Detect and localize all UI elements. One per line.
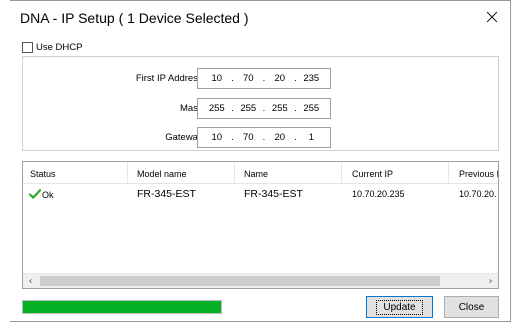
ip-octet[interactable]: 255 (209, 103, 225, 114)
gateway-input[interactable]: 10. 70. 20. 1 (197, 127, 331, 148)
close-button-label: Close (458, 301, 485, 313)
device-list[interactable]: Status Model name Name Current IP Previo… (22, 161, 499, 289)
current-ip-cell: 10.70.20.235 (352, 189, 405, 199)
close-window-button[interactable] (478, 5, 506, 29)
close-button[interactable]: Close (444, 296, 499, 318)
ip-setup-dialog: DNA - IP Setup ( 1 Device Selected ) Use… (0, 0, 511, 322)
column-header-name[interactable]: Name (244, 169, 268, 179)
ip-octet[interactable]: 235 (303, 73, 319, 84)
horizontal-scrollbar[interactable]: ‹ › (23, 273, 498, 288)
gateway-row: Gateway : 10. 70. 20. 1 (23, 127, 498, 149)
column-header-status[interactable]: Status (30, 169, 56, 179)
ip-octet[interactable]: 70 (240, 73, 256, 84)
mask-row: Mask : 255. 255. 255. 255 (23, 98, 498, 120)
first-ip-input[interactable]: 10. 70. 20. 235 (197, 68, 331, 89)
status-cell: Ok (29, 189, 54, 200)
update-button[interactable]: Update (366, 296, 433, 318)
ip-octet[interactable]: 20 (272, 132, 288, 143)
progress-fill (23, 301, 221, 313)
ip-octet[interactable]: 255 (272, 103, 288, 114)
ip-octet[interactable]: 255 (303, 103, 319, 114)
column-header-previous-ip[interactable]: Previous II (459, 169, 498, 179)
close-icon (486, 11, 498, 23)
scroll-thumb[interactable] (40, 276, 440, 286)
chevron-left-icon[interactable]: ‹ (23, 274, 38, 288)
update-button-label: Update (376, 299, 423, 315)
title-bar: DNA - IP Setup ( 1 Device Selected ) (10, 0, 510, 34)
use-dhcp-checkbox[interactable]: Use DHCP (22, 42, 82, 53)
ip-octet[interactable]: 20 (272, 73, 288, 84)
device-list-header: Status Model name Name Current IP Previo… (23, 162, 498, 184)
name-cell: FR-345-EST (244, 188, 303, 200)
mask-input[interactable]: 255. 255. 255. 255 (197, 98, 331, 119)
window-title: DNA - IP Setup ( 1 Device Selected ) (20, 10, 249, 26)
ip-octet[interactable]: 70 (240, 132, 256, 143)
ip-octet[interactable]: 10 (209, 73, 225, 84)
ip-octet[interactable]: 255 (240, 103, 256, 114)
column-header-model[interactable]: Model name (137, 169, 187, 179)
dhcp-label: Use DHCP (36, 42, 83, 53)
ip-settings-group: First IP Address : 10. 70. 20. 235 Mask … (22, 56, 499, 151)
table-row[interactable]: Ok FR-345-EST FR-345-EST 10.70.20.235 10… (23, 186, 498, 202)
left-edge (0, 0, 10, 322)
dhcp-checkbox-box[interactable] (22, 42, 33, 53)
ip-octet[interactable]: 1 (303, 132, 319, 143)
progress-bar (22, 300, 222, 314)
column-header-current-ip[interactable]: Current IP (352, 169, 393, 179)
chevron-right-icon[interactable]: › (483, 274, 498, 288)
previous-ip-cell: 10.70.20. (459, 189, 497, 199)
first-ip-row: First IP Address : 10. 70. 20. 235 (23, 68, 498, 90)
status-text: Ok (42, 190, 54, 200)
ip-octet[interactable]: 10 (209, 132, 225, 143)
check-icon (29, 189, 41, 199)
model-cell: FR-345-EST (137, 188, 196, 200)
